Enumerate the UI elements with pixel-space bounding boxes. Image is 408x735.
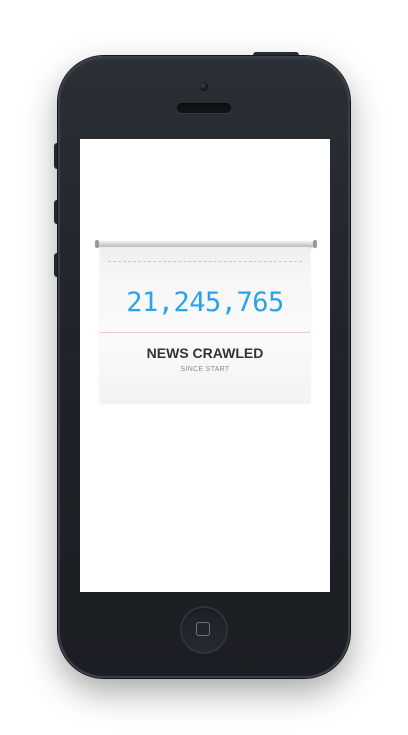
- home-button[interactable]: [180, 606, 228, 654]
- roller-cap-right: [313, 240, 317, 248]
- counter-ticket: 21,245,765 NEWS CRAWLED SINCE START: [100, 247, 310, 406]
- news-counter-value: 21,245,765: [126, 287, 284, 318]
- torn-edge: [100, 401, 310, 406]
- phone-screen: 21,245,765 NEWS CRAWLED SINCE START: [80, 139, 330, 592]
- counter-subtitle: SINCE START: [180, 366, 230, 373]
- speaker-grille: [177, 103, 231, 113]
- home-square-icon: [196, 622, 210, 636]
- camera-icon: [199, 82, 208, 91]
- page-stage: 21,245,765 NEWS CRAWLED SINCE START: [0, 0, 408, 735]
- counter-title: NEWS CRAWLED: [146, 345, 264, 361]
- roller-cap-left: [95, 240, 99, 248]
- perforation-line: [108, 261, 302, 262]
- counter-divider: [100, 332, 310, 333]
